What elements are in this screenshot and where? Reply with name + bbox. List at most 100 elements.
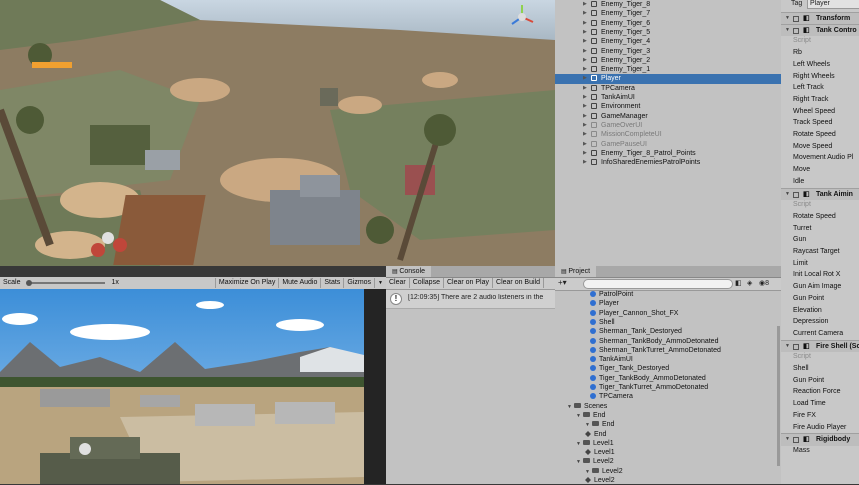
hierarchy-item[interactable]: ▶ Enemy_Tiger_8: [555, 0, 781, 9]
inspector-field-label[interactable]: Reaction Force: [793, 386, 840, 398]
component-enable-checkbox[interactable]: [793, 27, 799, 34]
project-prefab-item[interactable]: Player_Cannon_Shot_FX: [590, 309, 678, 318]
console-log-entry[interactable]: ! [12:09:35] There are 2 audio listeners…: [386, 290, 555, 309]
expand-arrow-icon[interactable]: ▶: [583, 9, 587, 18]
inspector-field-label[interactable]: Mass: [793, 445, 810, 457]
project-scrollbar[interactable]: [777, 326, 780, 466]
project-folder-item[interactable]: ▼ End: [585, 420, 614, 429]
inspector-field-label[interactable]: Right Wheels: [793, 71, 835, 83]
project-folder-item[interactable]: ▼ End: [576, 411, 605, 420]
clear-on-play-button[interactable]: Clear on Play: [444, 278, 494, 288]
expand-arrow-icon[interactable]: ▶: [583, 56, 587, 65]
inspector-field-label[interactable]: Move Speed: [793, 141, 832, 153]
inspector-field-label[interactable]: Movement Audio Pl: [793, 152, 853, 164]
hierarchy-item[interactable]: ▶ Enemy_Tiger_2: [555, 56, 781, 65]
inspector-field-label[interactable]: Track Speed: [793, 117, 832, 129]
clear-button[interactable]: Clear: [386, 278, 410, 288]
foldout-arrow-icon[interactable]: ▼: [785, 434, 790, 446]
inspector-field-label[interactable]: Limit: [793, 258, 808, 270]
inspector-field-label[interactable]: Rb: [793, 47, 802, 59]
inspector-field-label[interactable]: Gun: [793, 234, 806, 246]
game-view[interactable]: [0, 277, 364, 484]
inspector-field-label[interactable]: Gun Point: [793, 293, 824, 305]
project-folder-item[interactable]: ▼ Scenes: [567, 402, 607, 411]
project-prefab-item[interactable]: Tiger_TankBody_AmmoDetonated: [590, 374, 706, 383]
inspector-field-label[interactable]: Rotate Speed: [793, 129, 836, 141]
expand-arrow-icon[interactable]: ▶: [583, 112, 587, 121]
hierarchy-item[interactable]: ▶ Enemy_Tiger_1: [555, 65, 781, 74]
project-prefab-item[interactable]: TPCamera: [590, 392, 633, 401]
inspector-field-label[interactable]: Init Local Rot X: [793, 269, 840, 281]
project-prefab-item[interactable]: PatrolPoint: [590, 290, 633, 299]
project-folder-item[interactable]: ▼ Level2: [576, 457, 614, 466]
component-enable-checkbox[interactable]: [793, 191, 799, 198]
inspector-field-label[interactable]: Left Track: [793, 82, 824, 94]
clear-on-build-button[interactable]: Clear on Build: [493, 278, 544, 288]
expand-arrow-icon[interactable]: ▶: [583, 0, 587, 9]
inspector-field-label[interactable]: Gun Point: [793, 375, 824, 387]
inspector-field-label[interactable]: Gun Aim Image: [793, 281, 841, 293]
inspector-field-label[interactable]: Load Time: [793, 398, 826, 410]
inspector-field-label[interactable]: Left Wheels: [793, 59, 830, 71]
hierarchy-item[interactable]: ▶ InfoSharedEnemiesPatrolPoints: [555, 158, 781, 167]
inspector-field-label[interactable]: Right Track: [793, 94, 828, 106]
project-scene-item[interactable]: End: [585, 430, 606, 439]
scene-view[interactable]: [0, 0, 555, 266]
hierarchy-item[interactable]: ▶ Player: [555, 74, 781, 84]
scene-orientation-gizmo[interactable]: [507, 2, 537, 32]
hierarchy-item[interactable]: ▶ Enemy_Tiger_7: [555, 9, 781, 18]
inspector-field-label[interactable]: Wheel Speed: [793, 106, 835, 118]
expand-arrow-icon[interactable]: ▶: [583, 121, 587, 130]
project-prefab-item[interactable]: Player: [590, 299, 619, 308]
inspector-field-label[interactable]: Shell: [793, 363, 809, 375]
project-prefab-item[interactable]: Tiger_TankTurret_AmmoDetonated: [590, 383, 708, 392]
expand-arrow-icon[interactable]: ▼: [567, 404, 572, 410]
inspector-field-label[interactable]: Move: [793, 164, 810, 176]
expand-arrow-icon[interactable]: ▼: [585, 422, 590, 428]
inspector-field-label[interactable]: Elevation: [793, 305, 822, 317]
inspector-field-label[interactable]: Fire FX: [793, 410, 816, 422]
expand-arrow-icon[interactable]: ▼: [576, 459, 581, 465]
hierarchy-item[interactable]: ▶ Enemy_Tiger_8_Patrol_Points: [555, 149, 781, 158]
hierarchy-item[interactable]: ▶ Environment: [555, 102, 781, 111]
hierarchy-item[interactable]: ▶ Enemy_Tiger_4: [555, 37, 781, 46]
hierarchy-item[interactable]: ▶ TPCamera: [555, 84, 781, 93]
inspector-field-label[interactable]: Rotate Speed: [793, 211, 836, 223]
hierarchy-item[interactable]: ▶ Enemy_Tiger_5: [555, 28, 781, 37]
inspector-field-label[interactable]: Idle: [793, 176, 804, 188]
filter-label-icon[interactable]: ◈: [747, 279, 752, 287]
expand-arrow-icon[interactable]: ▶: [583, 37, 587, 46]
hierarchy-item[interactable]: ▶ TankAimUI: [555, 93, 781, 102]
expand-arrow-icon[interactable]: ▶: [583, 74, 587, 83]
expand-arrow-icon[interactable]: ▶: [583, 47, 587, 56]
project-folder-item[interactable]: ▼ Level2: [585, 467, 623, 476]
expand-arrow-icon[interactable]: ▶: [583, 140, 587, 149]
hierarchy-item[interactable]: ▶ MissionCompleteUI: [555, 130, 781, 139]
expand-arrow-icon[interactable]: ▶: [583, 28, 587, 37]
expand-arrow-icon[interactable]: ▶: [583, 65, 587, 74]
project-prefab-item[interactable]: Sherman_Tank_Destoryed: [590, 327, 682, 336]
expand-arrow-icon[interactable]: ▼: [576, 441, 581, 447]
project-prefab-item[interactable]: Sherman_TankBody_AmmoDetonated: [590, 337, 718, 346]
inspector-field-label[interactable]: Current Camera: [793, 328, 843, 340]
project-folder-item[interactable]: ▼ Level1: [576, 439, 614, 448]
expand-arrow-icon[interactable]: ▶: [583, 102, 587, 111]
expand-arrow-icon[interactable]: ▼: [585, 469, 590, 475]
component-enable-checkbox[interactable]: [793, 16, 799, 22]
inspector-field-label[interactable]: Fire Audio Player: [793, 422, 846, 434]
expand-arrow-icon[interactable]: ▼: [576, 413, 581, 419]
hierarchy-item[interactable]: ▶ Enemy_Tiger_6: [555, 19, 781, 28]
project-search-input[interactable]: [583, 279, 733, 289]
gizmos-dropdown-icon[interactable]: ▼: [374, 278, 386, 288]
foldout-arrow-icon[interactable]: ▼: [785, 25, 790, 37]
foldout-arrow-icon[interactable]: ▼: [785, 189, 790, 201]
expand-arrow-icon[interactable]: ▶: [583, 93, 587, 102]
expand-arrow-icon[interactable]: ▶: [583, 19, 587, 28]
expand-arrow-icon[interactable]: ▶: [583, 158, 587, 167]
hierarchy-item[interactable]: ▶ Enemy_Tiger_3: [555, 47, 781, 56]
project-prefab-item[interactable]: Tiger_Tank_Destoryed: [590, 364, 669, 373]
component-enable-checkbox[interactable]: [793, 343, 799, 350]
inspector-field-label[interactable]: Raycast Target: [793, 246, 840, 258]
tab-console[interactable]: ▤ Console: [386, 266, 432, 277]
expand-arrow-icon[interactable]: ▶: [583, 149, 587, 158]
